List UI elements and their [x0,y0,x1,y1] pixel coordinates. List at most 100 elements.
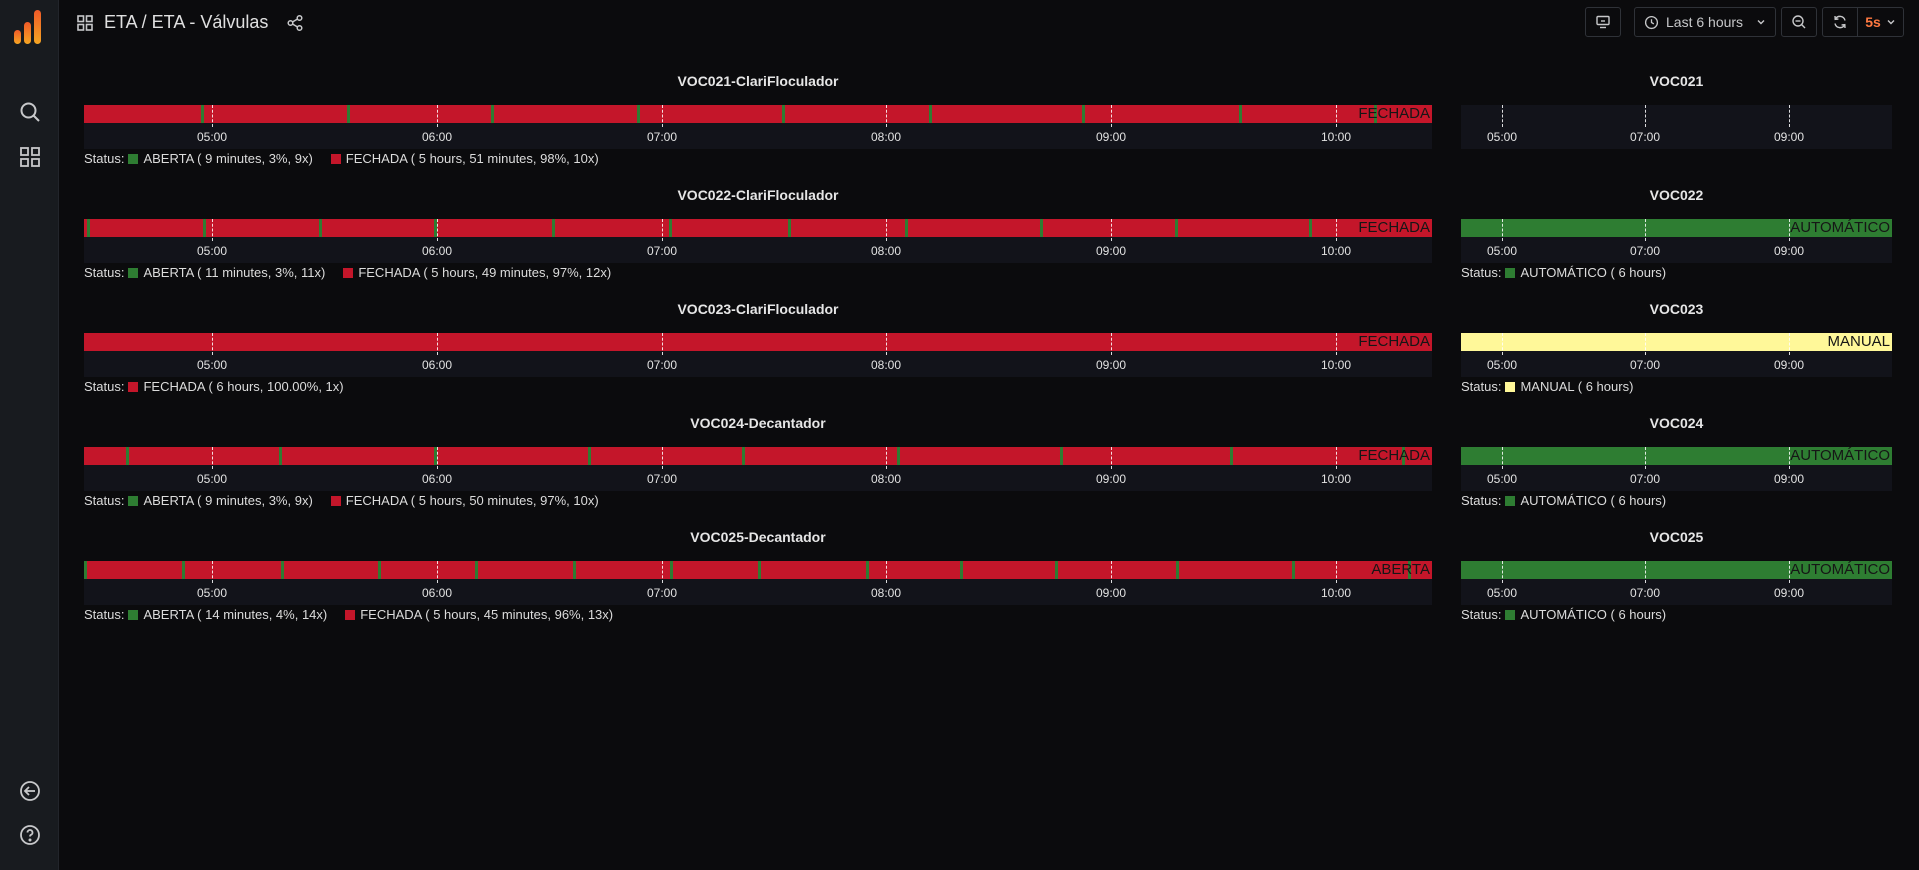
state-segment-aberta[interactable] [1309,219,1312,237]
legend-text: ABERTA ( 9 minutes, 3%, 9x) [143,151,313,166]
search-icon[interactable] [18,100,42,124]
tv-mode-button[interactable] [1585,7,1621,37]
state-segment-aberta[interactable] [491,105,494,123]
app-logo[interactable] [13,8,43,46]
state-segment-aberta[interactable] [782,105,785,123]
time-axis-label: 05:00 [196,130,228,144]
state-segment-aberta[interactable] [866,561,869,579]
state-segment-aberta[interactable] [347,105,350,123]
zoom-out-button[interactable] [1781,7,1817,37]
state-segment-aberta[interactable] [788,219,791,237]
state-bar[interactable]: FECHADA [84,105,1432,123]
time-gridline [1111,447,1112,469]
state-segment-aberta[interactable] [897,447,900,465]
legend-item[interactable]: ABERTA ( 14 minutes, 4%, 14x) [124,607,327,622]
refresh-interval-picker[interactable]: 5s [1857,7,1904,37]
time-gridline [437,333,438,355]
state-segment-aberta[interactable] [929,105,932,123]
zoom-out-icon [1792,15,1806,29]
state-segment-aberta[interactable] [670,561,673,579]
current-state-label: AUTOMÁTICO [1790,219,1890,236]
state-segment-aberta[interactable] [637,105,640,123]
sign-out-icon[interactable] [18,779,42,803]
state-segment-aberta[interactable] [1060,447,1063,465]
time-gridline [1645,219,1646,241]
state-segment-aberta[interactable] [1040,219,1043,237]
time-axis-label: 07:00 [1629,244,1661,258]
legend-text: FECHADA ( 5 hours, 45 minutes, 96%, 13x) [360,607,614,622]
time-axis-label: 07:00 [646,472,678,486]
time-range-picker[interactable]: Last 6 hours [1634,7,1776,37]
state-segment-aberta[interactable] [1175,219,1178,237]
current-state-label: FECHADA [1358,447,1430,464]
state-segment-aberta[interactable] [378,561,381,579]
state-segment-aberta[interactable] [203,219,206,237]
side_panels-title: VOC025 [1649,529,1704,545]
time-gridline [886,105,887,127]
legend-item[interactable]: AUTOMÁTICO ( 6 hours) [1501,265,1666,280]
legend-swatch [343,267,354,278]
time-axis-label: 06:00 [421,472,453,486]
time-gridline [1336,105,1337,127]
state-segment-aberta[interactable] [319,219,322,237]
time-gridline [1502,333,1503,355]
legend-item[interactable]: FECHADA ( 6 hours, 100.00%, 1x) [124,379,344,394]
help-icon[interactable] [18,823,42,847]
state-bar[interactable]: MANUAL [1461,333,1892,351]
state-segment-aberta[interactable] [475,561,478,579]
state-segment-aberta[interactable] [960,561,963,579]
state-segment-aberta[interactable] [758,561,761,579]
legend-item[interactable]: ABERTA ( 11 minutes, 3%, 11x) [124,265,325,280]
legend-item[interactable]: FECHADA ( 5 hours, 45 minutes, 96%, 13x) [341,607,613,622]
side_panels-title: VOC024 [1649,415,1704,431]
legend-item[interactable]: ABERTA ( 9 minutes, 3%, 9x) [124,151,313,166]
state-segment-aberta[interactable] [1055,561,1058,579]
state-segment-aberta[interactable] [1239,105,1242,123]
state-bar[interactable]: FECHADA [84,219,1432,237]
state-segment-aberta[interactable] [552,219,555,237]
panels-title: VOC025-Decantador [690,529,826,545]
legend-item[interactable]: AUTOMÁTICO ( 6 hours) [1501,493,1666,508]
state-segment-aberta[interactable] [281,561,284,579]
state-bar[interactable]: AUTOMÁTICO [1461,561,1892,579]
state-segment-aberta[interactable] [1292,561,1295,579]
state-segment-aberta[interactable] [182,561,185,579]
state-segment-aberta[interactable] [279,447,282,465]
legend-item[interactable]: FECHADA ( 5 hours, 50 minutes, 97%, 10x) [327,493,599,508]
legend-item[interactable]: FECHADA ( 5 hours, 49 minutes, 97%, 12x) [339,265,611,280]
time-axis-label: 05:00 [1486,586,1518,600]
time-axis-label: 06:00 [421,130,453,144]
time-gridline [886,561,887,583]
legend-item[interactable]: FECHADA ( 5 hours, 51 minutes, 98%, 10x) [327,151,599,166]
state-bar[interactable]: AUTOMÁTICO [1461,219,1892,237]
time-gridline [1111,105,1112,127]
state-bar[interactable]: FECHADA [84,333,1432,351]
time-gridline [662,105,663,127]
state-segment-aberta[interactable] [588,447,591,465]
legend-item[interactable]: MANUAL ( 6 hours) [1501,379,1633,394]
refresh-button[interactable] [1822,7,1858,37]
state-segment-aberta[interactable] [1230,447,1233,465]
share-icon[interactable] [286,14,304,32]
legend-prefix: Status: [1461,379,1502,394]
dashboard-title[interactable]: ETA / ETA - Válvulas [104,12,268,33]
state-segment-aberta[interactable] [573,561,576,579]
legend-item[interactable]: ABERTA ( 9 minutes, 3%, 9x) [124,493,313,508]
state-segment-aberta[interactable] [742,447,745,465]
dashboards-icon[interactable] [18,145,42,169]
legend-item[interactable]: AUTOMÁTICO ( 6 hours) [1501,607,1666,622]
state-segment-aberta[interactable] [905,219,908,237]
state-bar[interactable]: FECHADA [84,447,1432,465]
state-segment-aberta[interactable] [669,219,672,237]
state-bar[interactable]: ABERTA [84,561,1432,579]
time-axis-label: 09:00 [1773,244,1805,258]
state-segment-aberta[interactable] [126,447,129,465]
state-segment-aberta[interactable] [201,105,204,123]
legend-text: ABERTA ( 9 minutes, 3%, 9x) [143,493,313,508]
state-segment-aberta[interactable] [1176,561,1179,579]
state-segment-aberta[interactable] [87,219,90,237]
state-segment-aberta[interactable] [1082,105,1085,123]
state-segment-aberta[interactable] [84,561,87,579]
state-bar[interactable]: AUTOMÁTICO [1461,447,1892,465]
time-gridline [1336,333,1337,355]
